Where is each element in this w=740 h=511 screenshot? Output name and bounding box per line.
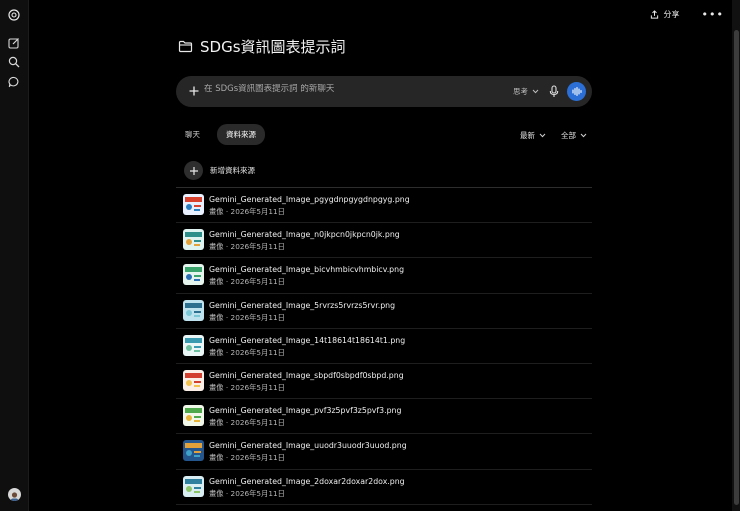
attach-plus-icon[interactable]: [187, 84, 201, 98]
filter-dropdown[interactable]: 全部: [561, 130, 587, 141]
openai-logo-icon[interactable]: [7, 8, 21, 22]
tab-sources[interactable]: 資料來源: [217, 124, 265, 145]
image-thumbnail: [183, 264, 204, 286]
file-meta: 畫像 · 2026年5月11日: [209, 242, 285, 252]
share-button[interactable]: 分享: [650, 9, 680, 20]
image-thumbnail: [183, 475, 204, 497]
sidebar: [0, 0, 29, 511]
image-thumbnail: [183, 229, 204, 251]
chevron-down-icon: [580, 133, 587, 138]
source-item[interactable]: Gemini_Generated_Image_2doxar2doxar2dox.…: [176, 470, 592, 505]
waveform-icon: [572, 86, 582, 97]
file-meta: 畫像 · 2026年5月11日: [209, 207, 285, 216]
chevron-down-icon: [539, 133, 546, 138]
source-item[interactable]: Gemini_Generated_Image_uuodr3uuodr3uuod.…: [176, 434, 592, 470]
file-meta: 畫像 · 2026年5月11日: [209, 277, 285, 287]
think-mode-selector[interactable]: 思考: [513, 86, 539, 97]
file-name: Gemini_Generated_Image_5rvrzs5rvrzs5rvr.…: [209, 300, 396, 310]
image-thumbnail: [183, 299, 204, 321]
file-name: Gemini_Generated_Image_n0jkpcn0jkpcn0jk.…: [209, 230, 400, 240]
sort-label: 最新: [520, 131, 535, 140]
source-item[interactable]: Gemini_Generated_Image_pgygdnpgygdnpgyg.…: [176, 188, 592, 224]
file-name: Gemini_Generated_Image_14t18614t18614t1.…: [209, 335, 406, 345]
scrollbar[interactable]: [732, 0, 740, 511]
source-item[interactable]: Gemini_Generated_Image_n0jkpcn0jkpcn0jk.…: [176, 223, 592, 259]
add-source-button[interactable]: 新增資料來源: [184, 161, 255, 180]
image-thumbnail: [183, 194, 204, 215]
file-name: Gemini_Generated_Image_pgygdnpgygdnpgyg.…: [209, 195, 410, 204]
source-item[interactable]: Gemini_Generated_Image_5rvrzs5rvrzs5rvr.…: [176, 294, 592, 329]
file-name: Gemini_Generated_Image_pvf3z5pvf3z5pvf3.…: [209, 406, 402, 416]
share-label: 分享: [663, 10, 680, 19]
page-title: SDGs資訊圖表提示詞: [200, 38, 346, 56]
chat-input[interactable]: [204, 84, 474, 94]
avatar[interactable]: [8, 488, 21, 501]
folder-icon: [178, 40, 193, 53]
image-thumbnail: [183, 405, 204, 427]
image-thumbnail: [183, 334, 204, 356]
source-item[interactable]: Gemini_Generated_Image_14t18614t18614t1.…: [176, 329, 592, 364]
filter-label: 全部: [561, 131, 576, 140]
file-name: Gemini_Generated_Image_bicvhmbicvhmbicv.…: [209, 265, 405, 275]
voice-mode-button[interactable]: [567, 82, 586, 101]
share-icon: [650, 10, 658, 19]
think-mode-label: 思考: [513, 87, 528, 96]
image-thumbnail: [183, 369, 204, 391]
source-item[interactable]: Gemini_Generated_Image_sbpdf0sbpdf0sbpd.…: [176, 364, 592, 400]
file-meta: 畫像 · 2026年5月11日: [209, 312, 285, 322]
file-meta: 畫像 · 2026年5月11日: [209, 347, 285, 357]
chevron-down-icon: [532, 89, 539, 94]
top-bar-actions: 分享 •••: [650, 8, 724, 21]
plus-icon: [189, 166, 198, 175]
file-meta: 畫像 · 2026年5月11日: [209, 382, 285, 392]
sort-dropdown[interactable]: 最新: [520, 130, 546, 141]
add-source-label: 新增資料來源: [210, 166, 255, 175]
image-thumbnail: [183, 440, 204, 462]
source-item[interactable]: Gemini_Generated_Image_bicvhmbicvhmbicv.…: [176, 258, 592, 294]
microphone-icon[interactable]: [549, 85, 559, 98]
source-list: Gemini_Generated_Image_pgygdnpgygdnpgyg.…: [176, 188, 592, 505]
composer: 思考: [176, 76, 592, 107]
new-chat-icon[interactable]: [7, 36, 21, 50]
add-circle: [184, 161, 203, 180]
chats-icon[interactable]: [7, 75, 21, 89]
file-name: Gemini_Generated_Image_sbpdf0sbpdf0sbpd.…: [209, 370, 404, 380]
file-meta: 畫像 · 2026年5月11日: [209, 488, 285, 498]
tab-chats[interactable]: 聊天: [176, 124, 209, 145]
source-item[interactable]: Gemini_Generated_Image_pvf3z5pvf3z5pvf3.…: [176, 399, 592, 435]
file-name: Gemini_Generated_Image_uuodr3uuodr3uuod.…: [209, 441, 407, 451]
project-header: SDGs資訊圖表提示詞: [178, 36, 346, 57]
search-icon[interactable]: [7, 55, 21, 69]
scrollbar-thumb[interactable]: [734, 30, 739, 505]
file-name: Gemini_Generated_Image_2doxar2doxar2dox.…: [209, 476, 405, 486]
file-meta: 畫像 · 2026年5月11日: [209, 418, 285, 428]
file-meta: 畫像 · 2026年5月11日: [209, 453, 285, 463]
more-options-button[interactable]: •••: [702, 8, 724, 21]
tab-bar: 聊天 資料來源: [176, 124, 265, 145]
